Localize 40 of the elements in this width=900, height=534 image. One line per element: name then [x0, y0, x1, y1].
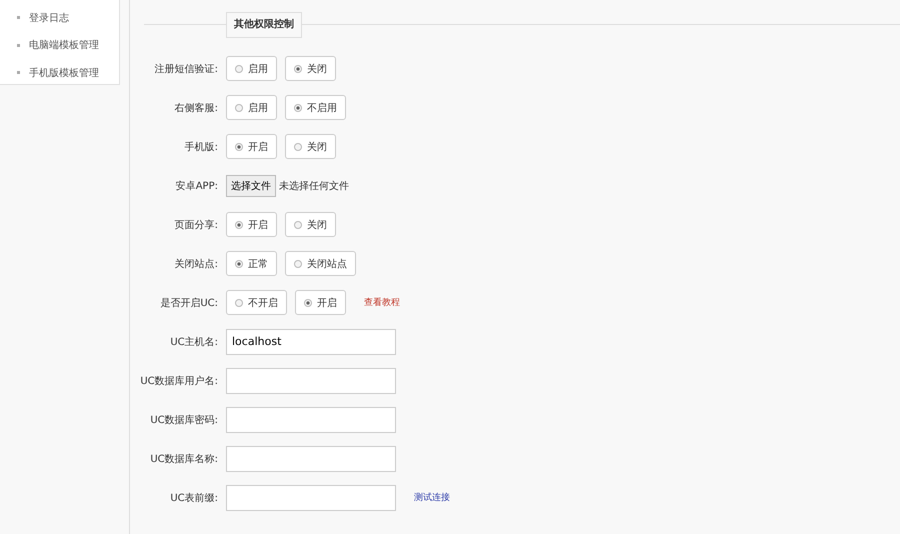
- field-label: UC数据库用户名:: [139, 374, 218, 388]
- bullet-icon: [17, 71, 20, 74]
- radio-option[interactable]: 开启: [226, 134, 277, 159]
- sidebar-item[interactable]: 登录日志: [29, 10, 69, 25]
- input-field[interactable]: [226, 446, 396, 472]
- radio-option[interactable]: 不开启: [226, 290, 287, 315]
- radio-option[interactable]: 开启: [226, 212, 277, 237]
- sidebar-item[interactable]: 手机版模板管理: [29, 66, 99, 80]
- radio-option[interactable]: 关闭: [285, 56, 336, 81]
- field-label: 手机版:: [184, 140, 218, 154]
- field-label: UC表前缀:: [169, 492, 218, 504]
- input-field[interactable]: localhost: [226, 328, 396, 354]
- field-label: 右侧客服:: [174, 102, 218, 114]
- radio-option[interactable]: 关闭: [285, 134, 336, 159]
- bullet-icon: [17, 16, 20, 20]
- radio-option[interactable]: 关闭站点: [285, 251, 356, 276]
- field-label: 注册短信验证:: [154, 62, 218, 76]
- field-label: UC数据库密码:: [149, 414, 218, 426]
- section-legend: 其他权限控制: [226, 12, 302, 38]
- radio-option[interactable]: 开启: [295, 290, 346, 315]
- radio-option[interactable]: 正常: [226, 251, 277, 276]
- radio-option[interactable]: 关闭: [285, 212, 336, 237]
- radio-option[interactable]: 启用: [226, 95, 277, 120]
- radio-option[interactable]: 启用: [226, 56, 277, 81]
- input-field[interactable]: [226, 368, 396, 394]
- radio-option[interactable]: 不启用: [285, 95, 346, 120]
- field-label: UC数据库名称:: [149, 452, 218, 466]
- link[interactable]: 查看教程: [364, 296, 400, 309]
- sidebar-item[interactable]: 电脑端模板管理: [29, 38, 99, 52]
- input-field[interactable]: [226, 406, 396, 432]
- field-label: 关闭站点:: [174, 258, 218, 270]
- field-label: 是否开启UC:: [159, 296, 218, 310]
- field-label: UC主机名:: [169, 336, 218, 348]
- choose-file-button[interactable]: 选择文件: [226, 174, 276, 196]
- field-label: 页面分享:: [174, 218, 218, 232]
- file-status: 未选择任何文件: [279, 180, 349, 192]
- link[interactable]: 测试连接: [414, 491, 450, 504]
- field-label: 安卓APP:: [174, 180, 218, 192]
- bullet-icon: [17, 44, 20, 47]
- input-field[interactable]: [226, 484, 396, 510]
